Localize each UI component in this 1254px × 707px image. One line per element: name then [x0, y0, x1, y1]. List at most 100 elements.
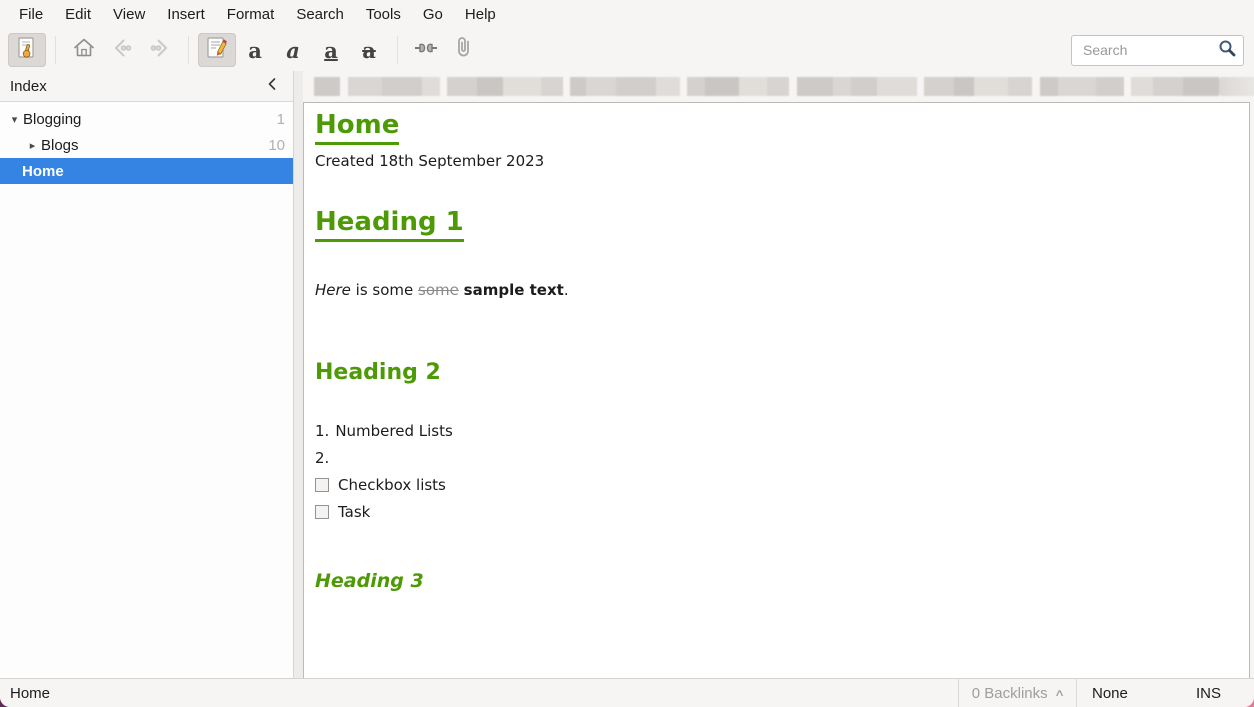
pathbar-block	[382, 77, 422, 96]
forward-arrow-icon	[147, 35, 173, 66]
checkbox-unchecked-icon[interactable]	[315, 505, 329, 519]
list-item-text: Numbered Lists	[335, 418, 452, 445]
expander-down-icon[interactable]: ▾	[6, 113, 23, 126]
checkbox-list-item: Task	[315, 499, 1235, 526]
paperclip-icon	[451, 35, 477, 66]
back-arrow-icon	[109, 35, 135, 66]
plain-text: is some	[351, 281, 418, 299]
menu-file[interactable]: File	[8, 2, 54, 27]
expander-right-icon[interactable]: ▸	[24, 139, 41, 152]
strikethrough-text: some	[418, 281, 459, 299]
heading-1: Heading 1	[315, 208, 464, 242]
app-window: File Edit View Insert Format Search Tool…	[0, 0, 1254, 707]
bold-a-icon: a	[248, 40, 262, 61]
menu-insert[interactable]: Insert	[156, 2, 216, 27]
pathbar-block	[503, 77, 541, 96]
pathbar-block	[1040, 77, 1058, 96]
pathbar-block	[917, 77, 924, 96]
format-strike-button[interactable]: a	[350, 33, 388, 67]
page-title: Home	[315, 111, 399, 145]
search-icon[interactable]	[1217, 38, 1237, 63]
list-number: 2.	[315, 445, 329, 472]
insert-link-button[interactable]	[407, 33, 445, 67]
menu-search[interactable]: Search	[285, 2, 355, 27]
underline-a-icon: a	[324, 40, 338, 61]
page-title-wrap: Home	[315, 111, 1235, 145]
pathbar-block	[314, 77, 340, 96]
heading-2: Heading 2	[315, 362, 1235, 384]
collapse-sidebar-button[interactable]	[261, 75, 283, 97]
pathbar-block	[954, 77, 974, 96]
pathbar-block	[1153, 77, 1183, 96]
menu-help[interactable]: Help	[454, 2, 507, 27]
tree-item-count: 1	[277, 111, 285, 128]
tree-item-blogging[interactable]: ▾ Blogging 1	[0, 106, 293, 132]
pathbar-block	[1219, 77, 1254, 96]
pathbar-redacted-content[interactable]	[314, 77, 1254, 96]
list-number: 1.	[315, 418, 329, 445]
format-strong-button[interactable]: a	[236, 33, 274, 67]
pathbar-block	[563, 77, 570, 96]
menu-tools[interactable]: Tools	[355, 2, 412, 27]
bold-text: sample text	[464, 281, 564, 299]
attach-file-button[interactable]	[445, 33, 483, 67]
pathbar-block	[340, 77, 348, 96]
chevron-left-icon	[264, 76, 280, 96]
pathbar-block	[851, 77, 877, 96]
pathbar-block	[1131, 77, 1153, 96]
pathbar-block	[477, 77, 503, 96]
backlinks-button[interactable]: 0 Backlinks ∧	[958, 679, 1077, 707]
status-current-page: Home	[10, 685, 50, 702]
tree-item-home[interactable]: Home	[0, 158, 293, 184]
pathbar-block	[767, 77, 789, 96]
format-emphasis-button[interactable]: a	[274, 33, 312, 67]
pathbar-block	[447, 77, 477, 96]
sidebar-header: Index	[0, 71, 293, 102]
toolbar-separator	[188, 36, 189, 64]
toggle-editable-button[interactable]	[8, 33, 46, 67]
pathbar-block	[656, 77, 680, 96]
page-editor[interactable]: Home Created 18th September 2023 Heading…	[303, 102, 1250, 678]
numbered-list-item: 1. Numbered Lists	[315, 418, 1235, 445]
format-mark-button[interactable]: a	[312, 33, 350, 67]
pathbar-block	[422, 77, 440, 96]
toolbar: a a a a	[0, 29, 1254, 71]
sidebar-splitter[interactable]	[293, 71, 303, 678]
edit-page-button[interactable]	[198, 33, 236, 67]
created-line: Created 18th September 2023	[315, 152, 1235, 170]
pathbar-block	[705, 77, 739, 96]
content-column: Home Created 18th September 2023 Heading…	[303, 71, 1254, 678]
pathbar-block	[348, 77, 382, 96]
status-selection-state: None	[1077, 685, 1196, 702]
pathbar-block	[1183, 77, 1219, 96]
back-button[interactable]	[103, 33, 141, 67]
menu-format[interactable]: Format	[216, 2, 286, 27]
page-pencil-icon	[204, 35, 230, 66]
list-item-text: Checkbox lists	[338, 472, 446, 499]
menu-bar: File Edit View Insert Format Search Tool…	[0, 0, 1254, 29]
home-icon	[71, 35, 97, 66]
search-input[interactable]	[1081, 41, 1217, 59]
pathbar-block	[440, 77, 447, 96]
menu-edit[interactable]: Edit	[54, 2, 102, 27]
search-box	[1071, 35, 1244, 66]
pathbar-block	[541, 77, 563, 96]
italic-a-icon: a	[286, 40, 300, 61]
tree-item-label: Blogging	[23, 111, 277, 128]
home-button[interactable]	[65, 33, 103, 67]
pathbar-block	[1096, 77, 1124, 96]
tree-item-blogs[interactable]: ▸ Blogs 10	[0, 132, 293, 158]
pathbar-block	[1058, 77, 1096, 96]
pathbar-block	[974, 77, 1008, 96]
pathbar-block	[570, 77, 586, 96]
pathbar-block	[877, 77, 917, 96]
forward-button[interactable]	[141, 33, 179, 67]
tree-item-count: 10	[268, 137, 285, 154]
pathbar-block	[1008, 77, 1032, 96]
list-item-text: Task	[338, 499, 370, 526]
link-icon	[413, 35, 439, 66]
checkbox-unchecked-icon[interactable]	[315, 478, 329, 492]
menu-go[interactable]: Go	[412, 2, 454, 27]
menu-view[interactable]: View	[102, 2, 156, 27]
content-list: 1. Numbered Lists 2. Checkbox lists Task	[315, 418, 1235, 526]
